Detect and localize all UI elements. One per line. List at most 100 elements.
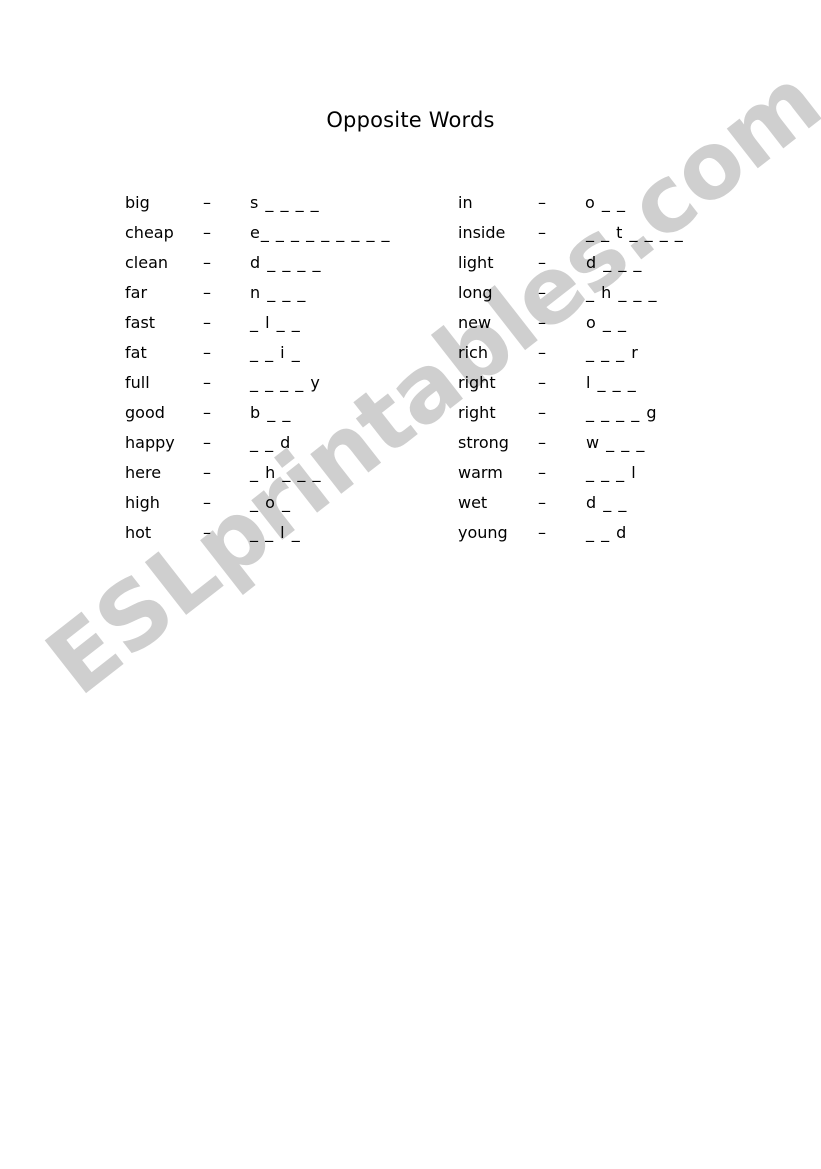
prompt-word: happy: [125, 433, 175, 452]
word-pair-row: young – _ _ d: [458, 518, 684, 548]
prompt-word: strong: [458, 433, 509, 452]
word-pair-row: light – d _ _ _: [458, 248, 684, 278]
word-pair-row: full – _ _ _ _ y: [125, 368, 391, 398]
answer-blank[interactable]: _ h _ _ _: [250, 458, 321, 488]
answer-blank[interactable]: n _ _ _: [250, 278, 306, 308]
pair-dash: –: [203, 493, 211, 512]
prompt-word: light: [458, 253, 494, 272]
pair-dash: –: [538, 223, 546, 242]
prompt-word: new: [458, 313, 492, 332]
prompt-word: in: [458, 193, 473, 212]
answer-blank[interactable]: _ h _ _ _: [586, 278, 657, 308]
pair-dash: –: [203, 523, 211, 542]
answer-blank[interactable]: _ _ _ r: [586, 338, 639, 368]
prompt-word: warm: [458, 463, 503, 482]
answer-blank[interactable]: _ _ l _: [250, 518, 301, 548]
prompt-word: cheap: [125, 223, 174, 242]
answer-blank[interactable]: _ _ _ _ g: [586, 398, 658, 428]
pair-dash: –: [203, 283, 211, 302]
answer-blank[interactable]: d _ _ _: [586, 248, 642, 278]
word-pair-row: high – _ o _: [125, 488, 391, 518]
answer-blank[interactable]: s _ _ _ _: [250, 188, 320, 218]
word-pair-row: big – s _ _ _ _: [125, 188, 391, 218]
pair-dash: –: [203, 403, 211, 422]
prompt-word: fast: [125, 313, 156, 332]
pair-dash: –: [538, 403, 546, 422]
pair-dash: –: [538, 523, 546, 542]
word-pair-row: fast – _ l _ _: [125, 308, 391, 338]
word-pair-row: happy – _ _ d: [125, 428, 391, 458]
prompt-word: good: [125, 403, 165, 422]
answer-blank[interactable]: b _ _: [250, 398, 291, 428]
word-pair-row: cheap – e_ _ _ _ _ _ _ _ _: [125, 218, 391, 248]
pair-dash: –: [203, 313, 211, 332]
word-pair-row: far – n _ _ _: [125, 278, 391, 308]
prompt-word: long: [458, 283, 493, 302]
pair-dash: –: [203, 373, 211, 392]
word-pair-row: clean – d _ _ _ _: [125, 248, 391, 278]
pair-dash: –: [203, 193, 211, 212]
answer-blank[interactable]: o _ _: [585, 188, 626, 218]
pair-dash: –: [203, 253, 211, 272]
prompt-word: here: [125, 463, 162, 482]
answer-blank[interactable]: e_ _ _ _ _ _ _ _ _: [250, 218, 391, 248]
prompt-word: right: [458, 403, 496, 422]
pair-dash: –: [538, 493, 546, 512]
prompt-word: hot: [125, 523, 152, 542]
word-pair-row: warm – _ _ _ l: [458, 458, 684, 488]
pair-dash: –: [538, 193, 546, 212]
word-pair-row: right – l _ _ _: [458, 368, 684, 398]
word-pair-row: right – _ _ _ _ g: [458, 398, 684, 428]
pair-dash: –: [538, 283, 546, 302]
answer-blank[interactable]: _ _ _ l: [586, 458, 637, 488]
answer-blank[interactable]: _ _ d: [586, 518, 627, 548]
prompt-word: inside: [458, 223, 506, 242]
worksheet-page: ESLprintables.com Opposite Words big – s _…: [0, 0, 821, 1169]
word-pair-row: rich – _ _ _ r: [458, 338, 684, 368]
prompt-word: right: [458, 373, 496, 392]
answer-blank[interactable]: _ l _ _: [250, 308, 301, 338]
prompt-word: fat: [125, 343, 147, 362]
answer-blank[interactable]: d _ _ _ _: [250, 248, 322, 278]
word-pair-row: here – _ h _ _ _: [125, 458, 391, 488]
answer-blank[interactable]: d _ _: [586, 488, 627, 518]
prompt-word: big: [125, 193, 150, 212]
word-pair-row: hot – _ _ l _: [125, 518, 391, 548]
pair-dash: –: [538, 373, 546, 392]
word-pair-row: inside – _ _ t _ _ _ _: [458, 218, 684, 248]
pair-dash: –: [203, 463, 211, 482]
word-list-right: in – o _ _ inside – _ _ t _ _ _ _ light – d _ …: [458, 188, 684, 548]
answer-blank[interactable]: o _ _: [586, 308, 627, 338]
prompt-word: clean: [125, 253, 169, 272]
answer-blank[interactable]: _ _ d: [250, 428, 291, 458]
pair-dash: –: [538, 343, 546, 362]
answer-blank[interactable]: _ o _: [250, 488, 291, 518]
pair-dash: –: [538, 433, 546, 452]
answer-blank[interactable]: l _ _ _: [586, 368, 637, 398]
word-list-left: big – s _ _ _ _ cheap – e_ _ _ _ _ _ _ _ _ c…: [125, 188, 391, 548]
pair-dash: –: [538, 463, 546, 482]
word-pair-row: good – b _ _: [125, 398, 391, 428]
prompt-word: wet: [458, 493, 488, 512]
answer-blank[interactable]: w _ _ _: [586, 428, 645, 458]
prompt-word: rich: [458, 343, 488, 362]
answer-blank[interactable]: _ _ i _: [250, 338, 301, 368]
word-pair-row: new – o _ _: [458, 308, 684, 338]
pair-dash: –: [203, 343, 211, 362]
prompt-word: high: [125, 493, 160, 512]
answer-blank[interactable]: _ _ _ _ y: [250, 368, 321, 398]
word-pair-row: strong – w _ _ _: [458, 428, 684, 458]
page-title: Opposite Words: [326, 108, 495, 132]
pair-dash: –: [203, 433, 211, 452]
prompt-word: full: [125, 373, 150, 392]
pair-dash: –: [538, 313, 546, 332]
pair-dash: –: [538, 253, 546, 272]
pair-dash: –: [203, 223, 211, 242]
prompt-word: far: [125, 283, 148, 302]
answer-blank[interactable]: _ _ t _ _ _ _: [586, 218, 684, 248]
prompt-word: young: [458, 523, 508, 542]
word-pair-row: in – o _ _: [458, 188, 684, 218]
word-pair-row: fat – _ _ i _: [125, 338, 391, 368]
word-pair-row: wet – d _ _: [458, 488, 684, 518]
word-pair-row: long – _ h _ _ _: [458, 278, 684, 308]
